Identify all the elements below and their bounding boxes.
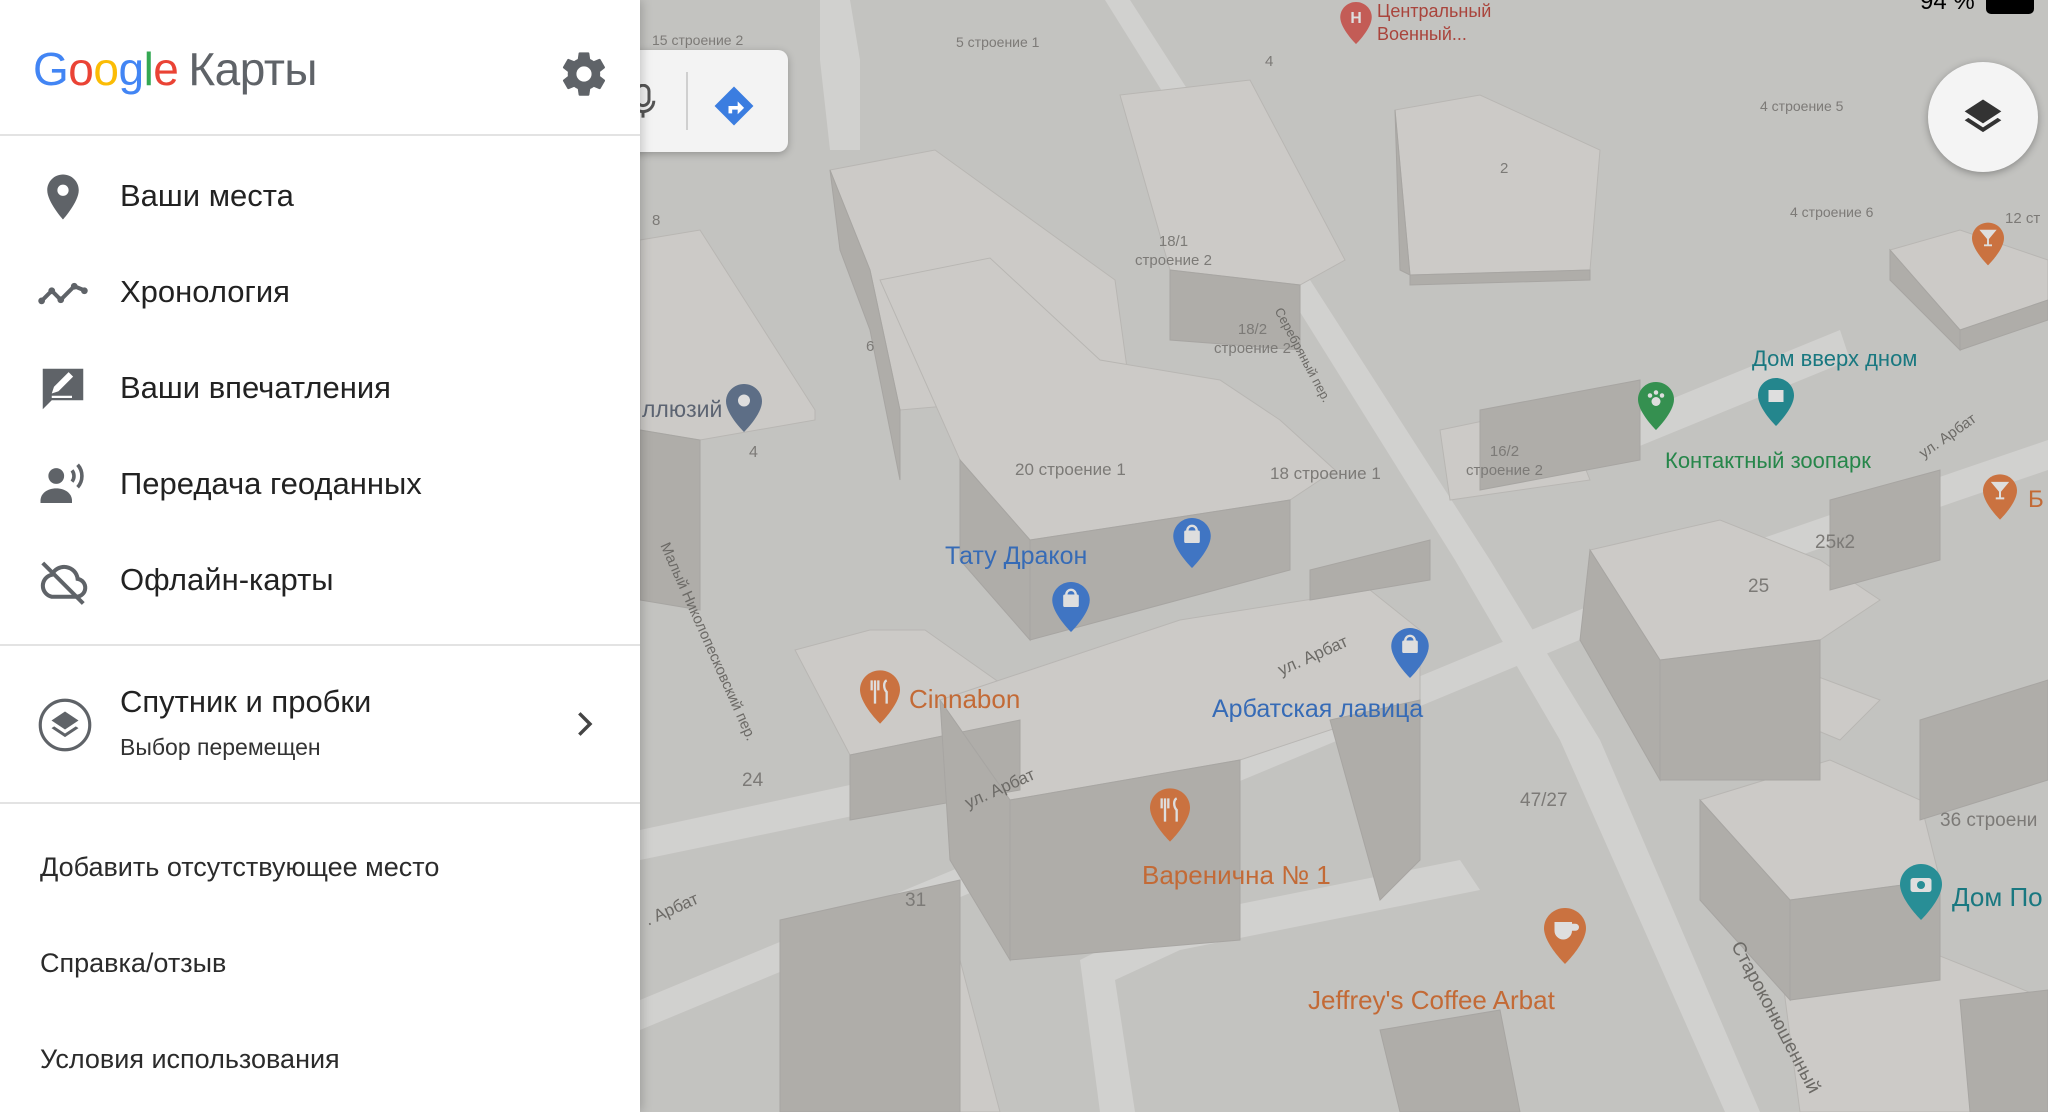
building-number: 16/2 строение 2 <box>1466 443 1543 479</box>
menu-item-label: Ваши места <box>120 178 294 213</box>
logo-letter: e <box>153 43 179 95</box>
poi-label-illusion-museum[interactable]: ллюзий <box>642 396 722 423</box>
logo-letter: l <box>143 43 154 95</box>
poi-label-arbat-shop[interactable]: Арбатская лавица <box>1212 695 1423 724</box>
menu-item-label: Хронология <box>120 274 290 309</box>
building-number: 47/27 <box>1520 790 1568 811</box>
logo-letter: g <box>118 43 144 95</box>
poi-label-cinnabon[interactable]: Cinnabon <box>909 684 1020 715</box>
poi-label-bar[interactable]: Б <box>2028 486 2044 514</box>
layer-item-subtitle: Выбор перемещен <box>120 734 321 760</box>
building-number: 18/1 строение 2 <box>1135 233 1212 269</box>
review-icon <box>42 368 84 410</box>
building-number: 12 ст <box>2005 210 2041 227</box>
drawer-divider <box>0 802 640 804</box>
building-number: 25к2 <box>1815 532 1856 553</box>
menu-item-label: Ваши впечатления <box>120 370 391 405</box>
poi-label-dom[interactable]: Дом По <box>1952 882 2043 913</box>
directions-icon[interactable] <box>712 84 756 128</box>
layers-icon <box>38 698 92 752</box>
logo-letter: o <box>68 43 94 95</box>
drawer-header: Google Карты <box>0 0 640 136</box>
battery-icon <box>1986 0 2034 14</box>
timeline-icon <box>38 282 88 305</box>
building-number: 4 <box>1265 53 1274 70</box>
menu-item-satellite-traffic[interactable]: Спутник и пробки Выбор перемещен <box>0 650 640 800</box>
place-pin-icon <box>47 174 79 220</box>
bar-pin-icon[interactable] <box>1972 222 2004 266</box>
poi-label-tattoo[interactable]: Тату Дракон <box>945 542 1087 571</box>
building-number: 2 <box>1500 160 1509 177</box>
menu-item-offline-maps[interactable]: Офлайн-карты <box>0 536 640 626</box>
building-number: 36 строени <box>1940 810 2038 831</box>
building-number: 15 строение 2 <box>652 32 744 48</box>
chevron-right-icon <box>578 712 593 736</box>
map-layers-button[interactable] <box>1928 62 2038 172</box>
building-number: 4 строение 6 <box>1790 204 1874 220</box>
poi-label-hospital[interactable]: Центральный Военный... <box>1377 0 1491 46</box>
zoo-pin-icon[interactable] <box>1638 382 1674 430</box>
building-number: 24 <box>742 770 764 791</box>
museum-pin-icon[interactable] <box>1758 378 1794 426</box>
google-maps-logo: Google Карты <box>33 42 317 96</box>
menu-item-location-sharing[interactable]: Передача геоданных <box>0 440 640 530</box>
building-number: 25 <box>1748 576 1770 597</box>
menu-item-label: Передача геоданных <box>120 466 422 501</box>
search-card-separator <box>686 72 688 130</box>
settings-gear-icon[interactable] <box>558 48 610 100</box>
logo-letter: G <box>33 43 69 95</box>
shopping-pin-icon[interactable] <box>1391 628 1429 678</box>
building-number: 5 строение 1 <box>956 34 1040 50</box>
building-number: 6 <box>866 338 875 355</box>
poi-label-varenichnaya[interactable]: Варенична № 1 <box>1142 860 1331 891</box>
battery-percent: 94 % <box>1920 0 1975 15</box>
drawer-divider <box>0 644 640 646</box>
menu-item-label: Офлайн-карты <box>120 562 334 597</box>
google-maps-screen: 15 строение 2 5 строение 1 4 4 строение … <box>0 0 2048 1112</box>
link-help-feedback[interactable]: Справка/отзыв <box>40 948 226 979</box>
poi-label-upside-house[interactable]: Дом вверх дном <box>1752 346 1917 372</box>
building-number: 4 строение 5 <box>1760 98 1844 114</box>
layer-item-title: Спутник и пробки <box>120 684 372 719</box>
museum-pin-icon[interactable] <box>726 384 762 432</box>
location-sharing-icon <box>40 463 84 503</box>
logo-letter: o <box>93 43 119 95</box>
building-number: 20 строение 1 <box>1015 460 1126 479</box>
poi-label-coffee[interactable]: Jeffrey's Coffee Arbat <box>1308 985 1555 1016</box>
menu-item-timeline[interactable]: Хронология <box>0 248 640 338</box>
offline-cloud-icon <box>40 561 88 605</box>
hospital-pin-icon[interactable]: H <box>1340 2 1372 44</box>
cafe-pin-icon[interactable] <box>1544 908 1586 964</box>
restaurant-pin-icon[interactable] <box>860 670 900 724</box>
building-number: 8 <box>652 212 661 229</box>
link-terms-of-use[interactable]: Условия использования <box>40 1044 340 1075</box>
link-add-missing-place[interactable]: Добавить отсутствующее место <box>40 852 439 883</box>
menu-item-contributions[interactable]: Ваши впечатления <box>0 344 640 434</box>
logo-product-name: Карты <box>188 43 317 95</box>
shopping-pin-icon[interactable] <box>1173 518 1211 568</box>
building-number: 31 <box>905 890 927 911</box>
building-number: 18 строение 1 <box>1270 464 1381 483</box>
shopping-pin-icon[interactable] <box>1052 582 1090 632</box>
side-drawer: Google Карты Ваши места Хронология Ваши … <box>0 0 640 1112</box>
building-number: 4 <box>749 444 758 461</box>
restaurant-pin-icon[interactable] <box>1150 788 1190 842</box>
menu-item-your-places[interactable]: Ваши места <box>0 152 640 242</box>
poi-label-zoo[interactable]: Контактный зоопарк <box>1665 448 1871 474</box>
svg-text:H: H <box>1350 10 1361 27</box>
photo-spot-pin-icon[interactable] <box>1900 864 1942 920</box>
layers-icon <box>1964 99 2002 133</box>
bar-pin-icon[interactable] <box>1983 474 2017 520</box>
